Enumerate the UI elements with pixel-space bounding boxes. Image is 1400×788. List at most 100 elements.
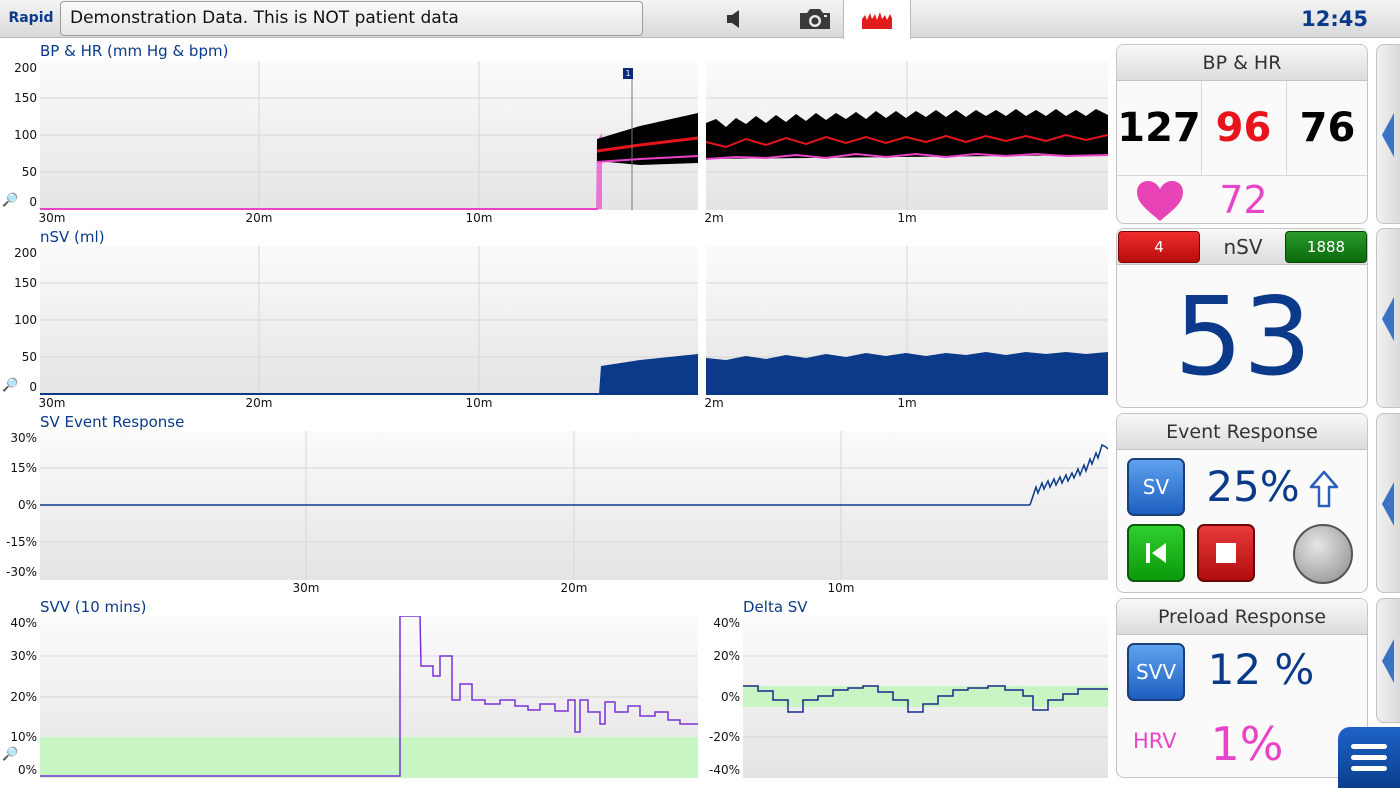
bp-y-tick: 100 [14,128,37,142]
speaker-icon [727,10,739,28]
sv-event-x-tick: 20m [560,581,588,595]
nsv-y-tick: 150 [14,276,37,290]
hrv-value: 1% [1210,717,1284,771]
bp-x-tick: 10m [465,211,493,225]
event-marker[interactable]: 1 [623,68,633,79]
sv-event-x-tick: 10m [827,581,855,595]
svv-parameter-button[interactable]: SVV [1127,643,1185,701]
expand-left-icon [1382,113,1394,157]
event-response-title: Event Response [1117,414,1367,450]
hrv-label: HRV [1133,729,1177,753]
event-start-button[interactable] [1127,524,1185,582]
nsv-low-alarm-limit[interactable]: 4 [1118,231,1200,263]
nsv-plot-history [40,246,698,395]
side-tab-nsv[interactable] [1376,228,1400,408]
sv-parameter-button[interactable]: SV [1127,458,1185,516]
bp-y-tick: 150 [14,91,37,105]
screenshot-button[interactable] [780,0,850,38]
event-response-panel: Event Response SV 25% [1116,413,1368,593]
nsv-label: nSV [1223,235,1263,259]
bp-hr-panel[interactable]: BP & HR 127 96 76 72 [1116,44,1368,224]
sv-event-y-tick: -30% [5,565,37,579]
delta-sv-y-tick: -20% [708,730,740,744]
top-bar: Rapid Demonstration Data. This is NOT pa… [0,0,1400,39]
side-tab-bp-hr[interactable] [1376,44,1400,224]
bp-y-tick: 200 [14,61,37,75]
zoom-icon[interactable]: 🔎 [2,378,18,393]
bp-hr-panel-title: BP & HR [1117,45,1367,81]
expand-left-icon [1382,297,1394,341]
bp-x-tick: 30m [38,211,66,225]
event-stop-button[interactable] [1197,524,1255,582]
delta-sv-y-tick: 40% [713,616,740,630]
diastolic-value: 76 [1299,105,1356,151]
stop-icon [1216,543,1236,563]
side-tab-event[interactable] [1376,413,1400,593]
skip-back-icon [1146,543,1166,563]
nsv-chart-title: nSV (ml) [40,228,105,246]
bp-hr-chart-title: BP & HR (mm Hg & bpm) [40,42,229,60]
preload-response-value: 12 % [1207,645,1315,694]
heart-icon [1137,181,1183,221]
sv-event-plot [40,431,1108,580]
nsv-x-tick: 1m [897,396,917,410]
sound-button[interactable] [700,0,770,38]
zoom-icon[interactable]: 🔎 [2,193,18,208]
clock: 12:45 [1301,7,1368,31]
nsv-y-tick: 200 [14,246,37,260]
nsv-high-alarm-limit[interactable]: 1888 [1285,231,1367,263]
sv-event-y-tick: 0% [17,498,37,512]
sv-event-x-tick: 30m [292,581,320,595]
nsv-value: 53 [1174,275,1312,400]
nsv-y-tick: 50 [21,350,37,364]
nsv-x-tick: 10m [465,396,493,410]
menu-button[interactable] [1338,727,1400,788]
expand-left-icon [1382,482,1394,526]
preload-response-panel: Preload Response SVV 12 % HRV 1% [1116,598,1368,778]
divider [1117,175,1367,176]
systolic-value: 127 [1117,105,1201,151]
heart-rate-value: 72 [1219,178,1268,222]
delta-sv-plot [743,616,1108,778]
preload-response-title: Preload Response [1117,599,1367,635]
sv-event-y-tick: 15% [10,461,37,475]
zoom-icon[interactable]: 🔎 [2,747,18,762]
bp-hr-plot-recent [706,61,1108,210]
event-response-value: 25% [1206,462,1300,511]
brand-label: Rapid [8,10,54,26]
sv-event-y-tick: 30% [10,431,37,445]
trend-view-tab[interactable] [843,0,911,39]
nsv-panel[interactable]: 4 nSV 1888 53 [1116,228,1368,408]
svv-y-tick: 20% [10,690,37,704]
demo-banner: Demonstration Data. This is NOT patient … [60,1,643,36]
nsv-y-tick: 100 [14,313,37,327]
svv-chart-title: SVV (10 mins) [40,598,147,616]
sv-event-chart-title: SV Event Response [40,413,185,431]
delta-sv-y-tick: 0% [720,690,740,704]
svv-plot [40,616,698,778]
bp-hr-plot-history [40,61,698,210]
arrow-up-icon [1309,470,1339,508]
svv-y-tick: 40% [10,616,37,630]
bp-x-tick: 1m [897,211,917,225]
sv-event-y-tick: -15% [5,535,37,549]
svv-y-tick: 0% [17,763,37,777]
bp-x-tick: 2m [704,211,724,225]
delta-sv-y-tick: 20% [713,649,740,663]
delta-sv-y-tick: -40% [708,763,740,777]
delta-sv-chart-title: Delta SV [743,598,808,616]
event-status-indicator [1293,524,1353,584]
mean-value: 96 [1215,105,1272,151]
nsv-plot-recent [706,246,1108,395]
nsv-x-tick: 2m [704,396,724,410]
expand-left-icon [1382,639,1394,683]
camera-icon [800,9,830,29]
bp-x-tick: 20m [245,211,273,225]
side-tab-preload[interactable] [1376,598,1400,723]
bp-y-tick: 50 [21,165,37,179]
trend-icon [862,11,892,29]
nsv-x-tick: 30m [38,396,66,410]
svv-y-tick: 10% [10,730,37,744]
nsv-x-tick: 20m [245,396,273,410]
svv-y-tick: 30% [10,649,37,663]
